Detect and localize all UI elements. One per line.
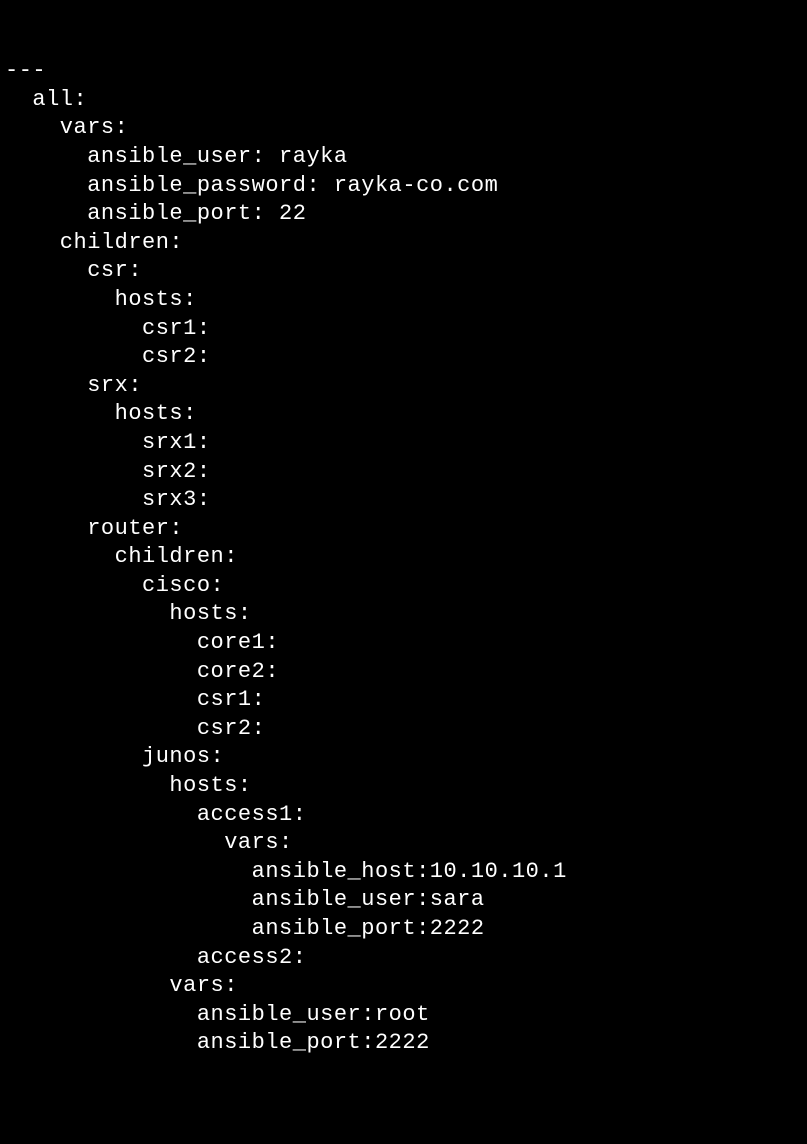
yaml-line: junos: — [5, 743, 807, 772]
yaml-line: access2: — [5, 944, 807, 973]
yaml-line: children: — [5, 229, 807, 258]
yaml-line: ansible_user:root — [5, 1001, 807, 1030]
yaml-line: --- — [5, 57, 807, 86]
yaml-line: hosts: — [5, 772, 807, 801]
yaml-line: csr1: — [5, 686, 807, 715]
yaml-line: ansible_port:2222 — [5, 915, 807, 944]
yaml-line: csr1: — [5, 315, 807, 344]
yaml-line: vars: — [5, 114, 807, 143]
yaml-line: csr2: — [5, 343, 807, 372]
yaml-line: srx2: — [5, 458, 807, 487]
yaml-line: cisco: — [5, 572, 807, 601]
yaml-line: ansible_host:10.10.10.1 — [5, 858, 807, 887]
yaml-line: children: — [5, 543, 807, 572]
yaml-line: vars: — [5, 829, 807, 858]
yaml-line: vars: — [5, 972, 807, 1001]
yaml-line: hosts: — [5, 600, 807, 629]
yaml-line: ansible_port:2222 — [5, 1029, 807, 1058]
yaml-line: ansible_user: rayka — [5, 143, 807, 172]
yaml-line: ansible_port: 22 — [5, 200, 807, 229]
yaml-line: srx: — [5, 372, 807, 401]
yaml-line: srx3: — [5, 486, 807, 515]
yaml-content: --- all: vars: ansible_user: rayka ansib… — [0, 57, 807, 1058]
yaml-line: hosts: — [5, 400, 807, 429]
yaml-line: core1: — [5, 629, 807, 658]
yaml-line: access1: — [5, 801, 807, 830]
yaml-line: ansible_password: rayka-co.com — [5, 172, 807, 201]
yaml-line: core2: — [5, 658, 807, 687]
yaml-line: csr: — [5, 257, 807, 286]
yaml-line: srx1: — [5, 429, 807, 458]
yaml-line: csr2: — [5, 715, 807, 744]
yaml-line: router: — [5, 515, 807, 544]
yaml-line: ansible_user:sara — [5, 886, 807, 915]
yaml-line: hosts: — [5, 286, 807, 315]
yaml-line: all: — [5, 86, 807, 115]
